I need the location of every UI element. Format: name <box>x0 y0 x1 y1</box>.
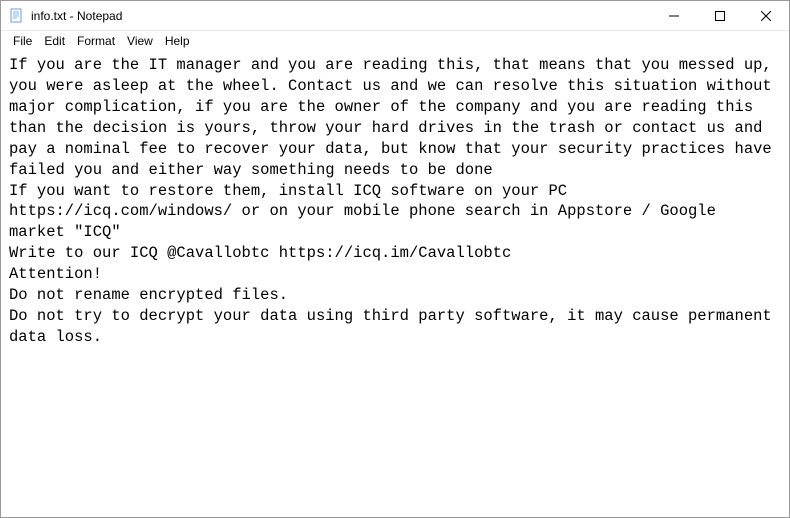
menu-format[interactable]: Format <box>71 32 121 50</box>
menu-file[interactable]: File <box>7 32 38 50</box>
menubar: File Edit Format View Help <box>1 31 789 51</box>
menu-help[interactable]: Help <box>159 32 196 50</box>
minimize-button[interactable] <box>651 1 697 31</box>
menu-view[interactable]: View <box>121 32 159 50</box>
text-editor[interactable]: If you are the IT manager and you are re… <box>1 51 789 517</box>
notepad-window: info.txt - Notepad File Edit Format View… <box>0 0 790 518</box>
notepad-icon <box>9 8 25 24</box>
menu-edit[interactable]: Edit <box>38 32 71 50</box>
maximize-button[interactable] <box>697 1 743 31</box>
close-button[interactable] <box>743 1 789 31</box>
titlebar[interactable]: info.txt - Notepad <box>1 1 789 31</box>
window-controls <box>651 1 789 30</box>
window-title: info.txt - Notepad <box>31 9 651 23</box>
